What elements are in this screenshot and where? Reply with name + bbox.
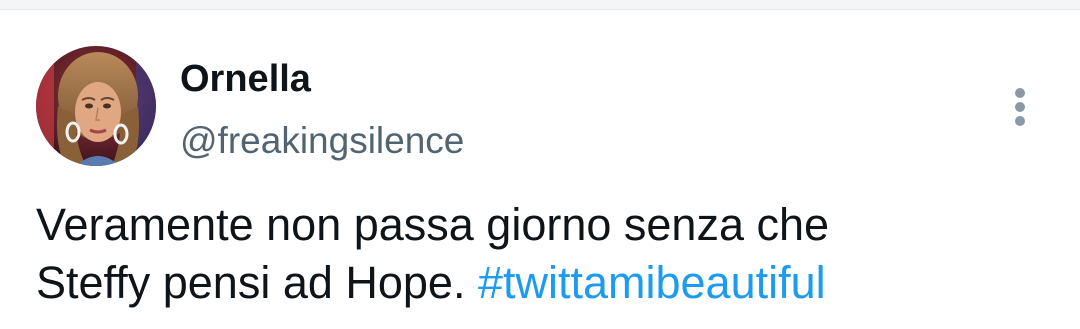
avatar[interactable] (36, 46, 156, 166)
top-divider (0, 0, 1080, 10)
more-dot (1015, 102, 1025, 112)
more-dot (1015, 116, 1025, 126)
avatar-image (36, 46, 156, 166)
more-dot (1015, 88, 1025, 98)
tweet-text-line-1: Veramente non passa giorno senza che (36, 199, 830, 250)
tweet-text-plain: Steffy pensi ad Hope. (36, 257, 478, 308)
hashtag-link[interactable]: #twittamibeautiful (478, 257, 826, 308)
author-display-name[interactable]: Ornella (180, 56, 311, 102)
author-handle[interactable]: @freakingsilence (180, 118, 464, 164)
more-options-icon[interactable] (1000, 84, 1040, 130)
tweet[interactable]: Ornella @freakingsilence Veramente non p… (0, 10, 1080, 329)
tweet-text: Veramente non passa giorno senza che Ste… (36, 196, 1056, 312)
tweet-text-line-2: Steffy pensi ad Hope. #twittamibeautiful (36, 254, 1056, 312)
